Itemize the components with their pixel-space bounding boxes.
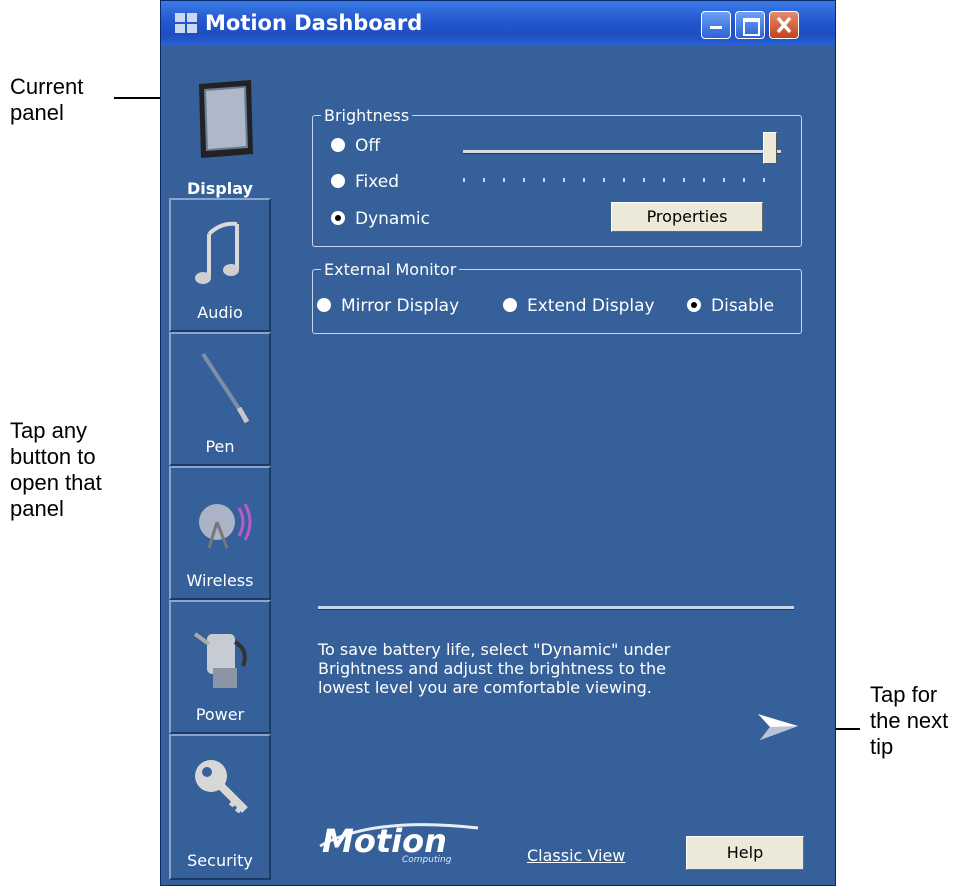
music-notes-icon [195,221,239,284]
radio-dot [331,174,345,188]
tip-separator [318,606,794,610]
callout-line: panel [10,496,64,521]
nav-audio[interactable]: Audio [169,198,271,332]
radio-label: Mirror Display [341,296,460,316]
minimize-icon[interactable] [701,11,731,39]
callout-line: Tap any [10,418,88,443]
brightness-group: Brightness Off Fixed Dynamic Properties [312,106,802,247]
callout-line: panel [10,100,64,125]
callout-line: open that [10,470,102,495]
dashboard-window: Motion Dashboard Display Audio Pen Wirel… [160,0,836,886]
radio-dot [503,298,517,312]
callout-next-tip: Tap for the next tip [870,682,948,760]
nav-label: Audio [197,303,243,322]
app-icon [175,13,197,33]
window-title: Motion Dashboard [205,11,423,35]
radio-label: Off [355,136,381,156]
slider-track [463,150,781,154]
nav-label: Pen [205,437,235,456]
logo-sub: Computing [402,855,452,865]
pen-icon [201,352,250,424]
callout-line: the next [870,708,949,733]
tip-line: lowest level you are comfortable viewing… [318,678,652,697]
radio-dot [317,298,331,312]
radio-extend-display[interactable]: Extend Display [503,296,655,316]
external-monitor-legend: External Monitor [321,260,460,279]
nav-label: Display [187,179,253,198]
radio-disable[interactable]: Disable [687,296,774,316]
slider-thumb[interactable] [763,132,777,164]
title-bar[interactable]: Motion Dashboard [161,1,835,46]
radio-label: Disable [711,296,775,316]
callout-line: button to [10,444,96,469]
nav-label: Wireless [186,571,254,590]
callout-line: Current [10,74,84,99]
radio-label: Extend Display [527,296,655,316]
nav-label: Power [195,705,245,724]
radio-label: Fixed [355,172,400,192]
classic-view-link[interactable]: Classic View [527,846,625,865]
radio-off[interactable]: Off [331,136,380,156]
properties-button[interactable]: Properties [611,202,763,232]
radio-dot [687,298,701,312]
callout-line: tip [870,734,894,759]
callout-line: Tap for [870,682,938,707]
radio-dot [331,138,345,152]
next-tip-arrow-icon[interactable] [756,712,800,742]
radio-dynamic[interactable]: Dynamic [331,209,430,229]
nav-wireless[interactable]: Wireless [169,466,271,600]
window-client: Display Audio Pen Wireless Power Securit… [168,46,828,880]
radio-fixed[interactable]: Fixed [331,172,399,192]
nav-pen[interactable]: Pen [169,332,271,466]
tip-text: To save battery life, select "Dynamic" u… [318,640,670,697]
wireless-icon [199,503,252,549]
key-icon [195,760,248,814]
tip-line: Brightness and adjust the brightness to … [318,659,666,678]
radio-label: Dynamic [355,209,430,229]
close-icon[interactable] [769,11,799,39]
help-button[interactable]: Help [686,836,804,870]
radio-dot [331,211,345,225]
display-icon [199,80,253,158]
slider-ticks [463,178,781,182]
tip-line: To save battery life, select "Dynamic" u… [318,640,671,659]
nav-display[interactable]: Display [169,64,271,198]
nav-label: Security [187,851,253,870]
maximize-icon[interactable] [735,11,765,39]
nav-power[interactable]: Power [169,600,271,734]
callout-tap-any: Tap any button to open that panel [10,418,102,522]
external-monitor-group: External Monitor Mirror Display Extend D… [312,260,802,334]
nav-security[interactable]: Security [169,734,271,880]
radio-mirror-display[interactable]: Mirror Display [317,296,459,316]
callout-current-panel: Current panel [10,74,83,126]
power-icon [193,632,247,688]
brightness-slider[interactable] [463,132,781,188]
motion-logo: Motion Computing [319,822,479,865]
brightness-legend: Brightness [321,106,413,125]
